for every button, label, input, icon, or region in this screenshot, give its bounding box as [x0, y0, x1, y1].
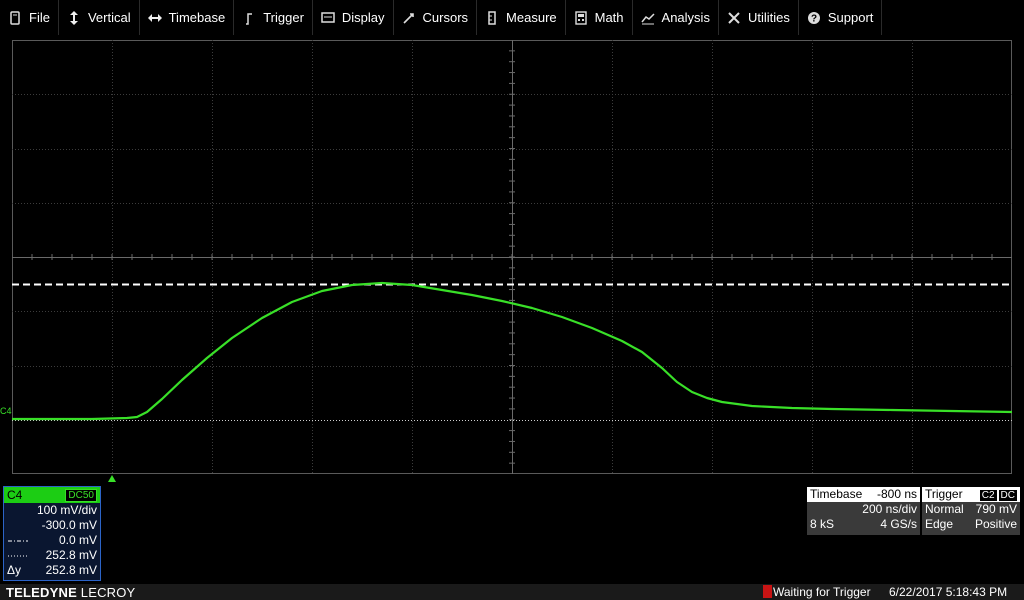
- menu-utilities[interactable]: Utilities: [719, 0, 799, 35]
- timebase-rate: 4 GS/s: [880, 517, 917, 531]
- menu-analysis-label: Analysis: [661, 10, 710, 25]
- timebase-row-1: 200 ns/div: [807, 502, 920, 517]
- brand-logo: TELEDYNE LECROY: [6, 585, 135, 600]
- trigger-mode: Normal: [925, 502, 964, 516]
- menu-utilities-label: Utilities: [747, 10, 790, 25]
- channel-descriptor[interactable]: C4 DC50 100 mV/div -300.0 mV 0.0 mV 252.…: [3, 486, 101, 581]
- analysis-icon: [640, 11, 655, 25]
- menu-measure[interactable]: Measure: [477, 0, 566, 35]
- cursor1-row: 0.0 mV: [4, 533, 100, 548]
- svg-text:?: ?: [811, 13, 817, 24]
- acquisition-status: Waiting for Trigger: [763, 585, 871, 599]
- channel-header: C4 DC50: [4, 487, 100, 503]
- timebase-row-2: 8 kS 4 GS/s: [807, 517, 920, 532]
- display-icon: [321, 11, 335, 25]
- timebase-delay: -800 ns: [876, 487, 917, 501]
- cursor2-row: 252.8 mV: [4, 548, 100, 563]
- channel-coupling-badge: DC50: [65, 489, 97, 502]
- menu-cursors[interactable]: Cursors: [394, 0, 478, 35]
- trigger-descriptor[interactable]: Trigger C2 DC Normal 790 mV Edge Positive: [922, 487, 1020, 535]
- menu-vertical-label: Vertical: [87, 10, 131, 25]
- file-icon: [8, 10, 22, 25]
- status-indicator: [763, 585, 772, 598]
- menu-math[interactable]: Math: [566, 0, 633, 35]
- menu-timebase[interactable]: Timebase: [140, 0, 235, 35]
- status-bar: TELEDYNE LECROY Waiting for Trigger 6/22…: [0, 584, 1024, 600]
- trigger-type: Edge: [925, 517, 954, 531]
- timebase-title: Timebase: [810, 487, 863, 501]
- measure-icon: [485, 10, 499, 25]
- channel-marker-label: C4: [0, 406, 12, 416]
- menu-display[interactable]: Display: [313, 0, 394, 35]
- math-icon: [574, 10, 588, 25]
- menu-timebase-label: Timebase: [168, 10, 226, 25]
- menu-file[interactable]: File: [0, 0, 59, 35]
- menu-math-label: Math: [594, 10, 624, 25]
- menu-support-label: Support: [827, 10, 874, 25]
- acquisition-status-text: Waiting for Trigger: [773, 585, 871, 599]
- timebase-header: Timebase -800 ns: [807, 487, 920, 502]
- trigger-source-badge: C2: [979, 490, 997, 501]
- trigger-slope: Positive: [974, 517, 1017, 531]
- trigger-level: 790 mV: [975, 502, 1017, 516]
- trigger-row-1: Normal 790 mV: [922, 502, 1020, 517]
- menu-analysis[interactable]: Analysis: [633, 0, 719, 35]
- channel-offset: -300.0 mV: [41, 518, 97, 532]
- cursor1-value: 0.0 mV: [58, 533, 97, 547]
- menu-vertical[interactable]: Vertical: [59, 0, 140, 35]
- delta-row: Δy 252.8 mV: [4, 563, 100, 578]
- vertical-arrow-icon: [67, 10, 81, 25]
- menu-file-label: File: [29, 10, 50, 25]
- trigger-icon: [242, 11, 256, 25]
- brand-bold: TELEDYNE: [6, 585, 77, 600]
- channel-name: C4: [7, 488, 23, 502]
- delta-label: Δy: [7, 563, 22, 577]
- channel-vdiv: 100 mV/div: [36, 503, 97, 517]
- menu-cursors-label: Cursors: [422, 10, 469, 25]
- menu-bar: File Vertical Timebase Trigger Display C…: [0, 0, 1024, 35]
- delta-value: 252.8 mV: [45, 563, 97, 577]
- channel-offset-row: -300.0 mV: [4, 518, 100, 533]
- menu-measure-label: Measure: [506, 10, 557, 25]
- graticule: [12, 40, 1012, 474]
- support-icon: ?: [807, 11, 821, 25]
- menu-display-label: Display: [341, 10, 385, 25]
- timebase-samples: 8 kS: [810, 517, 835, 531]
- trigger-coupling-badge: DC: [998, 490, 1017, 501]
- trigger-title: Trigger: [925, 487, 963, 501]
- horizontal-arrow-icon: [147, 11, 162, 25]
- utilities-icon: [727, 11, 741, 25]
- trigger-position-marker[interactable]: [108, 475, 116, 482]
- brand-rest: LECROY: [76, 585, 136, 600]
- date-time: 6/22/2017 5:18:43 PM: [889, 585, 1008, 599]
- channel-vdiv-row: 100 mV/div: [4, 503, 100, 518]
- cursors-icon: [402, 11, 416, 25]
- menu-trigger[interactable]: Trigger: [234, 0, 313, 35]
- trigger-tags: C2 DC: [978, 487, 1017, 502]
- menu-support[interactable]: ? Support: [799, 0, 883, 35]
- timebase-tdiv: 200 ns/div: [862, 502, 917, 516]
- menu-trigger-label: Trigger: [263, 10, 304, 25]
- timebase-descriptor[interactable]: Timebase -800 ns 200 ns/div 8 kS 4 GS/s: [807, 487, 920, 535]
- trigger-header: Trigger C2 DC: [922, 487, 1020, 502]
- trigger-row-2: Edge Positive: [922, 517, 1020, 532]
- channel-marker[interactable]: C4: [0, 406, 12, 416]
- waveform-grid[interactable]: [12, 40, 1012, 474]
- cursor2-value: 252.8 mV: [45, 548, 97, 562]
